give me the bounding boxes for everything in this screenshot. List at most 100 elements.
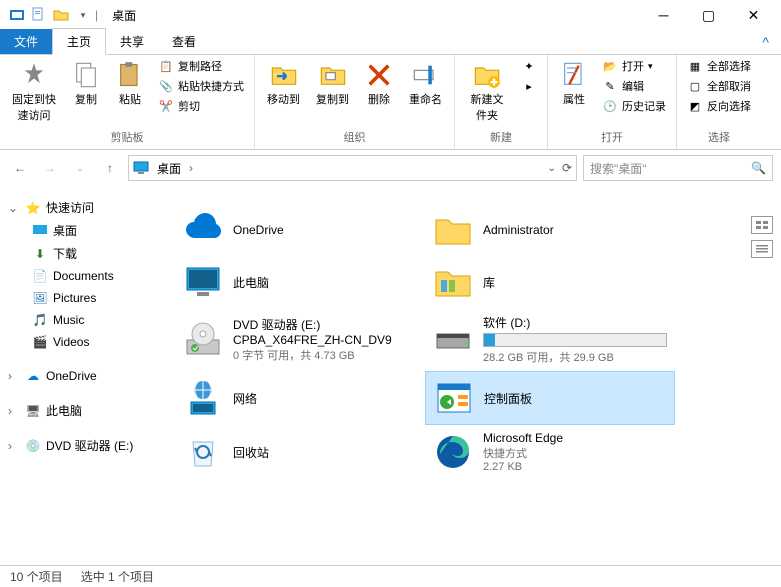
paste-shortcut-button[interactable]: 📎粘贴快捷方式: [154, 77, 248, 95]
items-view[interactable]: OneDrive Administrator 此电脑 库 DVD 驱动器 (E:…: [165, 186, 781, 565]
paste-label: 粘贴: [119, 91, 141, 107]
status-bar: 10 个项目 选中 1 个项目: [0, 565, 781, 587]
open-button[interactable]: 📂打开▾: [598, 57, 670, 75]
history-button[interactable]: 🕑历史记录: [598, 97, 670, 115]
copy-button[interactable]: 复制: [66, 57, 106, 111]
tab-home[interactable]: 主页: [52, 28, 106, 55]
close-button[interactable]: ✕: [731, 0, 776, 30]
chevron-right-icon[interactable]: ›: [8, 439, 20, 453]
cut-button[interactable]: ✂️剪切: [154, 97, 248, 115]
history-label: 历史记录: [622, 98, 666, 114]
item-sub: 28.2 GB 可用，共 29.9 GB: [483, 349, 667, 365]
tree-label: Documents: [53, 269, 114, 283]
item-recycle-bin[interactable]: 回收站: [175, 425, 425, 479]
item-label: Microsoft Edge: [483, 431, 667, 445]
recent-dropdown[interactable]: ⌄: [68, 156, 92, 180]
qat-dropdown-icon[interactable]: ▾: [75, 7, 91, 23]
chevron-right-icon[interactable]: ›: [189, 161, 193, 175]
properties-button[interactable]: 属性: [554, 57, 594, 111]
item-label: 网络: [233, 390, 417, 407]
properties-label: 属性: [563, 91, 585, 107]
invert-selection-button[interactable]: ◩反向选择: [683, 97, 755, 115]
item-label: 库: [483, 274, 667, 291]
refresh-icon[interactable]: ⟳: [562, 161, 572, 175]
title-bar: ▾ | 桌面 ─ ▢ ✕: [0, 0, 781, 30]
pin-button[interactable]: 固定到快速访问: [6, 57, 62, 127]
ribbon-group-open: 属性 📂打开▾ ✎编辑 🕑历史记录 打开: [548, 55, 677, 149]
tree-quick-access[interactable]: ⌄⭐快速访问: [4, 196, 161, 219]
navigation-pane: ⌄⭐快速访问 桌面 ⬇下载 📄 Documents 🖼Pictures 🎵Musi…: [0, 186, 165, 565]
rename-label: 重命名: [409, 91, 442, 107]
tree-thispc[interactable]: ›🖥此电脑: [4, 399, 161, 422]
tree-documents[interactable]: 📄 Documents: [4, 265, 161, 287]
tree-onedrive[interactable]: ›☁OneDrive: [4, 365, 161, 387]
maximize-button[interactable]: ▢: [686, 0, 731, 30]
tree-label: Pictures: [53, 291, 96, 305]
tree-downloads[interactable]: ⬇下载: [4, 242, 161, 265]
back-button[interactable]: ←: [8, 156, 32, 180]
ribbon-group-select: ▦全部选择 ▢全部取消 ◩反向选择 选择: [677, 55, 761, 149]
desktop-location-icon: [133, 160, 149, 176]
minimize-button[interactable]: ─: [641, 0, 686, 30]
item-libraries[interactable]: 库: [425, 256, 675, 308]
tree-dvd[interactable]: ›💿DVD 驱动器 (E:): [4, 434, 161, 457]
ribbon-tabs: 文件 主页 共享 查看 ^: [0, 30, 781, 55]
help-button[interactable]: ^: [750, 30, 781, 54]
select-none-button[interactable]: ▢全部取消: [683, 77, 755, 95]
edit-button[interactable]: ✎编辑: [598, 77, 670, 95]
up-button[interactable]: ↑: [98, 156, 122, 180]
copy-to-label: 复制到: [316, 91, 349, 107]
tree-music[interactable]: 🎵Music: [4, 309, 161, 331]
item-thispc[interactable]: 此电脑: [175, 256, 425, 308]
properties-qat-icon[interactable]: [31, 7, 47, 23]
ribbon-group-organize: 移动到 复制到 删除 重命名 组织: [255, 55, 455, 149]
tab-view[interactable]: 查看: [158, 29, 210, 54]
item-onedrive[interactable]: OneDrive: [175, 204, 425, 256]
easy-access-button[interactable]: ▸: [517, 77, 541, 95]
ribbon-group-new: 新建文件夹 ✦ ▸ 新建: [455, 55, 548, 149]
tree-videos[interactable]: 🎬Videos: [4, 331, 161, 353]
address-bar[interactable]: 桌面 › ⌄ ⟳: [128, 155, 577, 181]
tree-desktop[interactable]: 桌面: [4, 219, 161, 242]
tab-file[interactable]: 文件: [0, 29, 52, 54]
cut-label: 剪切: [178, 98, 200, 114]
view-details-button[interactable]: [751, 240, 773, 258]
forward-button[interactable]: →: [38, 156, 62, 180]
item-edge[interactable]: Microsoft Edge快捷方式2.27 KB: [425, 425, 675, 479]
chevron-right-icon[interactable]: ›: [8, 369, 20, 383]
folder-qat-icon[interactable]: [53, 7, 69, 23]
tree-label: 桌面: [53, 222, 77, 239]
item-control-panel[interactable]: 控制面板: [425, 371, 675, 425]
new-item-button[interactable]: ✦: [517, 57, 541, 75]
item-software-drive[interactable]: 软件 (D:) 28.2 GB 可用，共 29.9 GB: [425, 308, 675, 371]
item-administrator[interactable]: Administrator: [425, 204, 675, 256]
item-network[interactable]: 网络: [175, 371, 425, 425]
tree-pictures[interactable]: 🖼Pictures: [4, 287, 161, 309]
tree-label: Videos: [53, 335, 89, 349]
open-label: 打开: [622, 58, 644, 74]
edge-icon: [433, 432, 473, 472]
copy-path-button[interactable]: 📋复制路径: [154, 57, 248, 75]
rename-button[interactable]: 重命名: [403, 57, 448, 111]
navigation-bar: ← → ⌄ ↑ 桌面 › ⌄ ⟳ 搜索"桌面" 🔍: [0, 150, 781, 186]
document-icon: 📄: [32, 268, 48, 284]
select-all-icon: ▦: [687, 58, 703, 74]
move-to-button[interactable]: 移动到: [261, 57, 306, 111]
computer-icon: [183, 262, 223, 302]
copy-label: 复制: [75, 91, 97, 107]
chevron-down-icon[interactable]: ⌄: [8, 201, 20, 215]
view-tiles-button[interactable]: [751, 216, 773, 234]
paste-button[interactable]: 粘贴: [110, 57, 150, 111]
select-none-label: 全部取消: [707, 78, 751, 94]
delete-button[interactable]: 删除: [359, 57, 399, 111]
item-dvd[interactable]: DVD 驱动器 (E:) CPBA_X64FRE_ZH-CN_DV90 字节 可…: [175, 308, 425, 371]
easy-access-icon: ▸: [521, 78, 537, 94]
new-folder-button[interactable]: 新建文件夹: [461, 57, 513, 127]
select-all-button[interactable]: ▦全部选择: [683, 57, 755, 75]
chevron-right-icon[interactable]: ›: [8, 404, 20, 418]
breadcrumb-location[interactable]: 桌面: [153, 160, 185, 177]
search-input[interactable]: 搜索"桌面" 🔍: [583, 155, 773, 181]
address-dropdown-icon[interactable]: ⌄: [548, 163, 556, 174]
copy-to-button[interactable]: 复制到: [310, 57, 355, 111]
tab-share[interactable]: 共享: [106, 29, 158, 54]
